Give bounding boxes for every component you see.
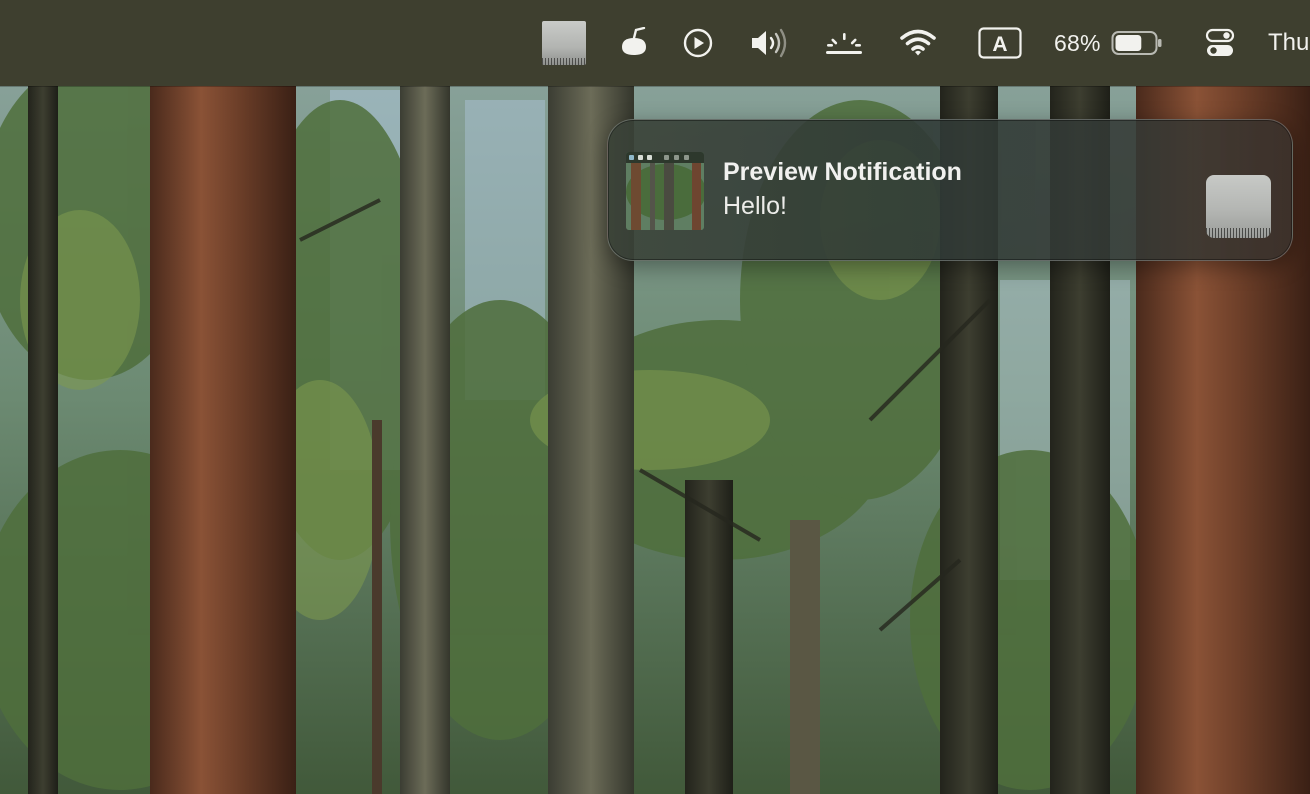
menu-bar: A 68% Thu xyxy=(0,0,1310,86)
brightness-icon xyxy=(826,33,862,54)
menubar-clock[interactable]: Thu xyxy=(1268,0,1310,86)
image-attachment-icon xyxy=(1206,175,1271,238)
preview-app-icon xyxy=(626,152,704,230)
wifi-icon xyxy=(900,29,936,56)
menubar-volume[interactable] xyxy=(744,0,796,86)
menubar-image-thumbnail[interactable] xyxy=(538,0,590,86)
desktop: A 68% Thu Preview Notification Hello! xyxy=(0,0,1310,794)
menubar-input-source[interactable]: A xyxy=(974,0,1026,86)
battery-level-fill xyxy=(1115,35,1141,51)
menubar-control-center[interactable] xyxy=(1198,0,1242,86)
menubar-battery[interactable]: 68% xyxy=(1054,0,1178,86)
menubar-lamp[interactable] xyxy=(612,0,656,86)
control-center-icon xyxy=(1205,28,1235,56)
notification-body: Hello! xyxy=(723,192,787,220)
input-source-label: A xyxy=(992,33,1007,56)
battery-percentage: 68% xyxy=(1054,29,1101,56)
lamp-icon xyxy=(622,27,646,55)
notification-title: Preview Notification xyxy=(723,158,962,186)
menubar-display-brightness[interactable] xyxy=(820,0,868,86)
menubar-wifi[interactable] xyxy=(894,0,942,86)
menubar-now-playing[interactable] xyxy=(676,0,720,86)
play-circle-icon xyxy=(683,28,713,58)
volume-icon xyxy=(752,28,787,58)
input-source-icon: A xyxy=(978,27,1022,59)
image-thumbnail-icon xyxy=(542,21,586,65)
notification-banner[interactable]: Preview Notification Hello! xyxy=(607,119,1293,261)
battery-icon xyxy=(1111,31,1162,55)
clock-text: Thu xyxy=(1268,29,1310,56)
